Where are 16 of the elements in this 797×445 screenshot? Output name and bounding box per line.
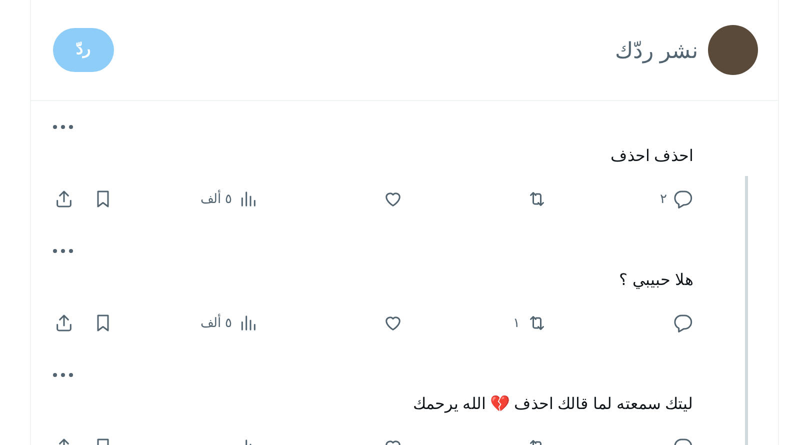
tweet-text: ليتك سمعته لما قالك احذف 💔 الله يرحمك: [412, 394, 693, 415]
replies-count: ٢: [660, 190, 667, 208]
more-options-icon[interactable]: [53, 249, 73, 253]
tweet-text: احذف احذف: [610, 147, 693, 167]
share-icon[interactable]: [54, 189, 74, 209]
avatar: [708, 25, 758, 75]
more-options-icon[interactable]: [53, 125, 73, 129]
reply-icon[interactable]: [673, 189, 693, 209]
retweets-count: ١: [513, 314, 520, 332]
more-options-icon[interactable]: [53, 373, 73, 377]
tweet-text: هلا حبيبي ؟: [619, 271, 693, 291]
share-icon[interactable]: [54, 313, 74, 333]
reply-input-field[interactable]: نشر ردّك: [114, 34, 698, 66]
views-count: ٥ ألف: [200, 189, 232, 208]
reply-icon[interactable]: [673, 313, 693, 333]
views-count: ٥ ألف: [200, 313, 232, 332]
